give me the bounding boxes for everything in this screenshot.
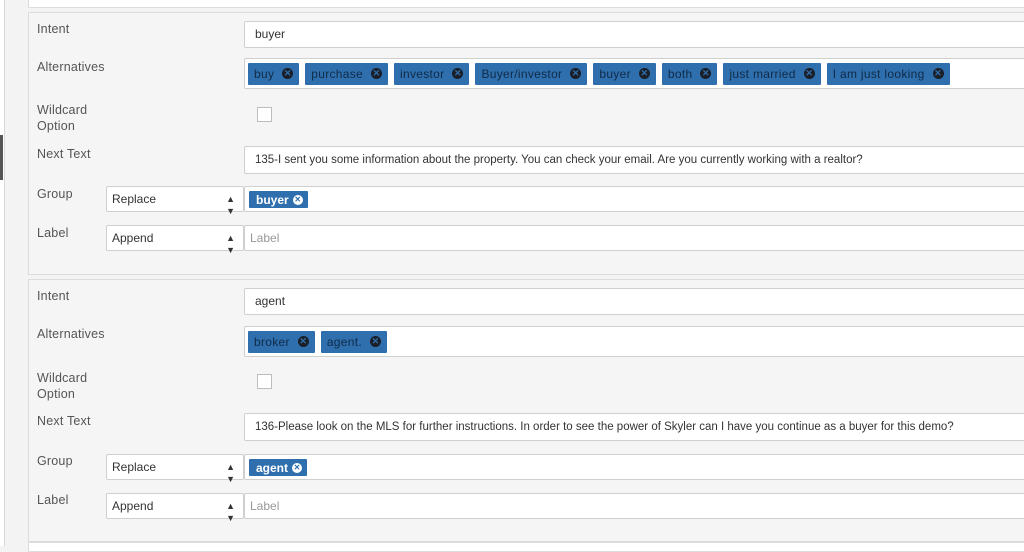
group-tag-input[interactable]: agent ✕ bbox=[244, 454, 1024, 480]
group-mode-select[interactable]: Replace ▲ ▼ bbox=[106, 454, 244, 484]
alternatives-label: Alternatives bbox=[37, 60, 105, 74]
alternative-tag-text: broker bbox=[254, 334, 290, 349]
alternative-tag: just married ✕ bbox=[723, 62, 821, 85]
remove-tag-icon[interactable]: ✕ bbox=[700, 68, 712, 79]
label-mode-select[interactable]: Append ▲ ▼ bbox=[106, 225, 244, 255]
alternative-tag-text: both bbox=[667, 66, 693, 81]
group-label: Group bbox=[37, 187, 73, 201]
label-mode-value: Append bbox=[112, 231, 154, 245]
group-label: Group bbox=[37, 454, 73, 468]
wildcard-option-label: Wildcard Option bbox=[37, 371, 87, 402]
intent-entry-panel: Intent buyer Alternatives buy ✕ purchase ✕… bbox=[28, 12, 1024, 275]
window-left-edge bbox=[0, 0, 5, 546]
alternative-tag-text: I am just looking bbox=[832, 66, 925, 81]
sort-caret-icon: ▲ ▼ bbox=[226, 462, 235, 484]
sort-caret-icon: ▲ ▼ bbox=[226, 194, 235, 216]
wildcard-label-line1: Wildcard bbox=[37, 371, 88, 385]
wildcard-label-line1: Wildcard bbox=[37, 103, 88, 117]
group-tag-input[interactable]: buyer ✕ bbox=[244, 186, 1024, 212]
next-text-input[interactable]: 135-I sent you some information about th… bbox=[244, 146, 1024, 174]
alternative-tag: purchase ✕ bbox=[305, 62, 389, 85]
label-mode-select[interactable]: Append ▲ ▼ bbox=[106, 493, 244, 523]
alternative-tag: Buyer/investor ✕ bbox=[475, 62, 588, 85]
alternative-tag-text: buyer bbox=[599, 66, 631, 81]
remove-tag-icon[interactable]: ✕ bbox=[452, 68, 464, 79]
alternative-tag: buyer ✕ bbox=[593, 62, 656, 85]
alternative-tag: investor ✕ bbox=[394, 62, 470, 85]
group-tag-text: buyer bbox=[256, 192, 289, 207]
wildcard-option-label: Wildcard Option bbox=[37, 103, 87, 134]
alternative-tag: I am just looking ✕ bbox=[826, 62, 950, 85]
alternative-tag-text: agent. bbox=[326, 334, 362, 349]
group-mode-select[interactable]: Replace ▲ ▼ bbox=[106, 186, 244, 216]
intent-label: Intent bbox=[37, 289, 70, 303]
next-entry-panel bbox=[28, 542, 1024, 552]
intent-entry-panel: Intent agent Alternatives broker ✕ agent.… bbox=[28, 279, 1024, 542]
remove-tag-icon[interactable]: ✕ bbox=[292, 194, 303, 205]
label-label: Label bbox=[37, 226, 69, 240]
alternative-tag: both ✕ bbox=[661, 62, 718, 85]
sort-caret-icon: ▲ ▼ bbox=[226, 233, 235, 255]
intent-label: Intent bbox=[37, 22, 70, 36]
alternative-tag-text: purchase bbox=[311, 66, 364, 81]
label-label: Label bbox=[37, 493, 69, 507]
label-mode-value: Append bbox=[112, 499, 154, 513]
group-tag-text: agent bbox=[256, 460, 289, 475]
label-input[interactable]: Label bbox=[244, 493, 1024, 519]
remove-tag-icon[interactable]: ✕ bbox=[570, 68, 582, 79]
remove-tag-icon[interactable]: ✕ bbox=[282, 68, 294, 79]
alternative-tag: agent. ✕ bbox=[320, 330, 387, 353]
next-text-input[interactable]: 136-Please look on the MLS for further i… bbox=[244, 413, 1024, 441]
alternatives-tag-input[interactable]: buy ✕ purchase ✕ investor ✕ Buyer/investor ✕… bbox=[244, 58, 1024, 89]
remove-tag-icon[interactable]: ✕ bbox=[297, 336, 309, 347]
next-text-label: Next Text bbox=[37, 147, 91, 161]
sort-caret-icon: ▲ ▼ bbox=[226, 501, 235, 523]
wildcard-option-checkbox[interactable] bbox=[257, 107, 272, 122]
alternatives-tag-input[interactable]: broker ✕ agent. ✕ bbox=[244, 326, 1024, 357]
intent-input[interactable]: buyer bbox=[244, 21, 1024, 48]
alternative-tag-text: Buyer/investor bbox=[481, 66, 563, 81]
alternatives-label: Alternatives bbox=[37, 327, 105, 341]
remove-tag-icon[interactable]: ✕ bbox=[638, 68, 650, 79]
wildcard-label-line2: Option bbox=[37, 386, 76, 401]
wildcard-option-checkbox[interactable] bbox=[257, 374, 272, 389]
remove-tag-icon[interactable]: ✕ bbox=[371, 68, 383, 79]
group-mode-value: Replace bbox=[112, 192, 157, 206]
previous-entry-panel bbox=[28, 0, 1024, 8]
intent-input[interactable]: agent bbox=[244, 288, 1024, 315]
remove-tag-icon[interactable]: ✕ bbox=[370, 336, 381, 347]
label-input[interactable]: Label bbox=[244, 225, 1024, 251]
wildcard-label-line2: Option bbox=[37, 118, 76, 133]
remove-tag-icon[interactable]: ✕ bbox=[803, 68, 815, 79]
alternative-tag: broker ✕ bbox=[248, 330, 315, 353]
group-mode-value: Replace bbox=[112, 460, 157, 474]
remove-tag-icon[interactable]: ✕ bbox=[932, 68, 944, 79]
alternative-tag-text: buy bbox=[254, 66, 275, 81]
group-tag: agent ✕ bbox=[249, 459, 308, 476]
next-text-label: Next Text bbox=[37, 414, 91, 428]
group-tag: buyer ✕ bbox=[249, 191, 308, 208]
alternative-tag-text: investor bbox=[400, 66, 445, 81]
alternative-tag-text: just married bbox=[729, 66, 796, 81]
alternative-tag: buy ✕ bbox=[248, 62, 300, 85]
scroll-marker bbox=[0, 135, 3, 180]
remove-tag-icon[interactable]: ✕ bbox=[292, 462, 303, 473]
